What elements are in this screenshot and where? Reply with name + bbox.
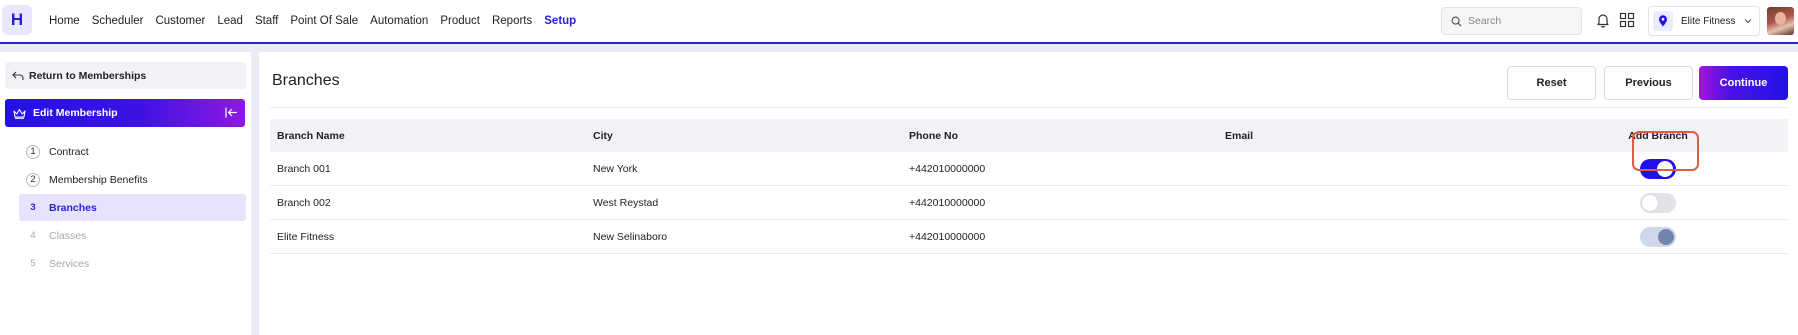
branch-city: West Reystad — [593, 196, 659, 209]
step-classes: 4 Classes — [19, 222, 246, 249]
left-sidebar: Return to Memberships Edit Membership 1 … — [0, 52, 251, 335]
edit-membership-header: Edit Membership — [5, 99, 245, 127]
collapse-sidebar-icon[interactable] — [224, 106, 238, 119]
step-branches[interactable]: 3 Branches — [19, 194, 246, 221]
apps-grid-icon[interactable] — [1619, 12, 1635, 28]
step-services: 5 Services — [19, 250, 246, 277]
chevron-down-icon — [1744, 19, 1752, 24]
column-header-phone: Phone No — [909, 129, 958, 142]
step-label: Contract — [49, 145, 89, 158]
search-input[interactable] — [1468, 15, 1568, 27]
location-name: Elite Fitness — [1681, 15, 1736, 27]
step-number: 4 — [30, 230, 36, 241]
main-nav: Home Scheduler Customer Lead Staff Point… — [49, 0, 576, 42]
return-to-memberships-button[interactable]: Return to Memberships — [5, 62, 246, 89]
branch-city: New York — [593, 162, 638, 175]
branches-table: Branch Name City Phone No Email Add Bran… — [270, 119, 1788, 254]
add-branch-toggle[interactable] — [1640, 192, 1676, 213]
column-header-email: Email — [1225, 129, 1254, 142]
back-arrow-icon — [12, 71, 24, 80]
nav-staff[interactable]: Staff — [255, 15, 278, 27]
column-header-city: City — [593, 129, 613, 142]
nav-lead[interactable]: Lead — [217, 15, 243, 27]
step-number: 2 — [26, 172, 40, 187]
location-selector[interactable]: Elite Fitness — [1648, 6, 1760, 36]
step-number: 5 — [30, 258, 36, 269]
search-icon — [1451, 16, 1462, 27]
edit-membership-label: Edit Membership — [33, 107, 118, 119]
step-label: Membership Benefits — [49, 173, 148, 186]
nav-customer[interactable]: Customer — [155, 15, 205, 27]
step-label: Services — [49, 257, 90, 270]
branch-phone: +442010000000 — [909, 230, 986, 243]
column-header-branch-name: Branch Name — [277, 129, 345, 142]
previous-button[interactable]: Previous — [1604, 66, 1693, 100]
nav-reports[interactable]: Reports — [492, 15, 532, 27]
location-pin-icon — [1653, 11, 1673, 31]
nav-scheduler[interactable]: Scheduler — [92, 15, 144, 27]
nav-product[interactable]: Product — [440, 15, 480, 27]
nav-home[interactable]: Home — [49, 15, 80, 27]
step-number: 1 — [26, 144, 40, 159]
nav-automation[interactable]: Automation — [370, 15, 428, 27]
continue-button[interactable]: Continue — [1699, 66, 1788, 100]
return-label: Return to Memberships — [29, 69, 147, 82]
branch-name: Elite Fitness — [277, 230, 335, 243]
add-branch-toggle-disabled — [1640, 226, 1676, 247]
step-label: Classes — [49, 229, 87, 242]
bell-icon[interactable] — [1595, 12, 1611, 28]
page-title: Branches — [272, 72, 340, 89]
nav-point-of-sale[interactable]: Point Of Sale — [290, 15, 358, 27]
search-box[interactable] — [1441, 7, 1582, 35]
app-logo[interactable]: H — [2, 5, 32, 35]
divider — [270, 107, 1788, 108]
table-row: Branch 001 New York +442010000000 — [270, 152, 1788, 186]
reset-button[interactable]: Reset — [1507, 66, 1596, 100]
table-row: Elite Fitness New Selinaboro +4420100000… — [270, 220, 1788, 254]
user-avatar[interactable] — [1767, 7, 1794, 35]
step-number: 3 — [30, 202, 36, 213]
branch-name: Branch 001 — [277, 162, 331, 175]
table-header: Branch Name City Phone No Email Add Bran… — [270, 119, 1788, 152]
branch-phone: +442010000000 — [909, 196, 986, 209]
top-navigation-bar: H Home Scheduler Customer Lead Staff Poi… — [0, 0, 1798, 44]
highlight-annotation — [1632, 131, 1699, 171]
step-label: Branches — [49, 201, 97, 214]
main-content: Branches Reset Previous Continue Branch … — [259, 52, 1798, 335]
crown-icon — [13, 108, 26, 119]
nav-setup[interactable]: Setup — [544, 15, 576, 27]
branch-city: New Selinaboro — [593, 230, 668, 243]
step-contract[interactable]: 1 Contract — [19, 138, 246, 165]
branch-phone: +442010000000 — [909, 162, 986, 175]
table-row: Branch 002 West Reystad +442010000000 — [270, 186, 1788, 220]
branch-name: Branch 002 — [277, 196, 331, 209]
step-membership-benefits[interactable]: 2 Membership Benefits — [19, 166, 246, 193]
